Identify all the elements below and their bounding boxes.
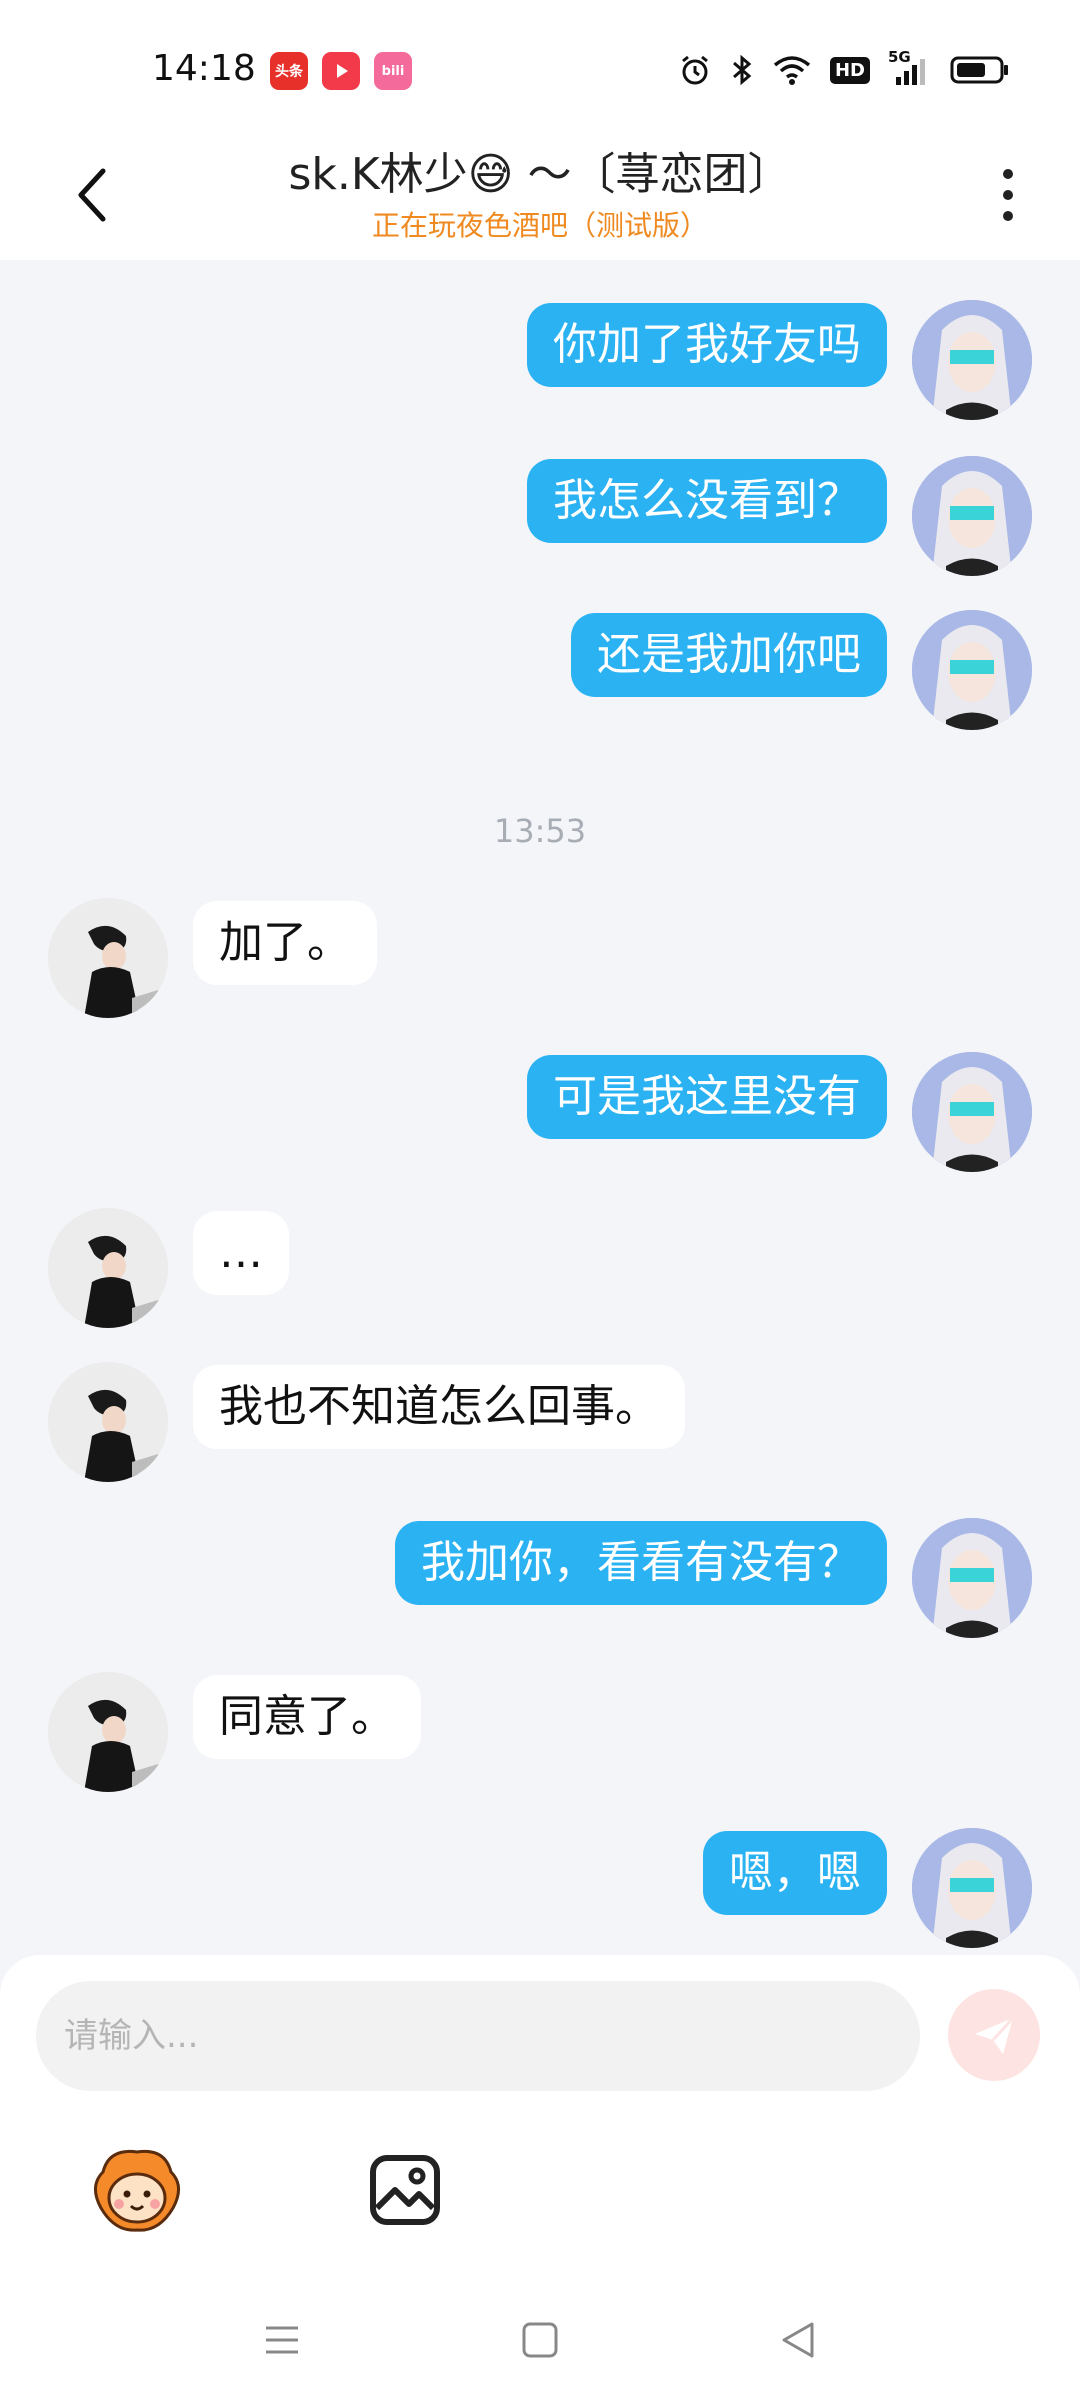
bilibili-icon: bili [374, 52, 412, 90]
status-indicators: HD 5G [678, 48, 1010, 88]
home-nav-button[interactable] [500, 2300, 580, 2380]
peer-avatar[interactable] [48, 1672, 168, 1792]
chat-subtitle: 正在玩夜色酒吧（测试版） [371, 209, 708, 242]
boy-avatar-icon [48, 1672, 168, 1792]
image-icon [370, 2155, 440, 2225]
image-button[interactable] [350, 2135, 460, 2245]
back-nav-button[interactable] [758, 2300, 838, 2380]
boy-avatar-icon [48, 898, 168, 1018]
more-dot-icon [1003, 190, 1013, 200]
battery-icon [950, 52, 1010, 88]
back-triangle-icon [782, 2322, 814, 2358]
more-dot-icon [1003, 169, 1013, 179]
peer-message-bubble[interactable]: 加了。 [193, 901, 377, 985]
more-options-button[interactable] [988, 160, 1028, 230]
anime-avatar-icon [912, 1052, 1032, 1172]
boy-avatar-icon [48, 1362, 168, 1482]
my-avatar[interactable] [912, 610, 1032, 730]
sticker-icon [94, 2149, 180, 2232]
my-message-bubble[interactable]: 我怎么没看到？ [527, 459, 887, 543]
status-bar: 14:18 头条 bili HD 5G [0, 0, 1080, 130]
status-app-icons: 头条 bili [270, 52, 412, 90]
peer-avatar[interactable] [48, 898, 168, 1018]
wifi-icon [772, 52, 812, 88]
message-list[interactable]: 你加了我好友吗 我怎么没看到？ 还是我加你吧 13:53 加了。 可是我这里没有… [0, 260, 1080, 1960]
more-dot-icon [1003, 211, 1013, 221]
sticker-button[interactable] [82, 2135, 192, 2245]
menu-icon [266, 2326, 298, 2354]
toutiao-label: 头条 [275, 64, 303, 80]
chat-header: sk.K林少😅 ～〔荨恋团〕 正在玩夜色酒吧（测试版） [0, 130, 1080, 260]
send-button[interactable] [948, 1989, 1040, 2081]
message-timestamp: 13:53 [493, 812, 587, 850]
toutiao-icon: 头条 [270, 52, 308, 90]
my-avatar[interactable] [912, 1518, 1032, 1638]
anime-avatar-icon [912, 1518, 1032, 1638]
send-icon [975, 2016, 1015, 2054]
my-avatar[interactable] [912, 456, 1032, 576]
menu-nav-button[interactable] [242, 2300, 322, 2380]
peer-message-bubble[interactable]: … [193, 1211, 289, 1295]
chat-title: sk.K林少😅 ～〔荨恋团〕 [288, 149, 792, 200]
my-avatar[interactable] [912, 1052, 1032, 1172]
peer-message-bubble[interactable]: 同意了。 [193, 1675, 421, 1759]
my-avatar[interactable] [912, 300, 1032, 420]
my-message-bubble[interactable]: 还是我加你吧 [571, 613, 887, 697]
chat-title-area[interactable]: sk.K林少😅 ～〔荨恋团〕 正在玩夜色酒吧（测试版） [150, 144, 930, 246]
network-label: 5G [888, 48, 911, 66]
my-avatar[interactable] [912, 1828, 1032, 1948]
signal-5g-icon: 5G [888, 48, 932, 88]
my-message-bubble[interactable]: 你加了我好友吗 [527, 303, 887, 387]
message-input[interactable] [36, 1981, 920, 2091]
peer-message-bubble[interactable]: 我也不知道怎么回事。 [193, 1365, 685, 1449]
anime-avatar-icon [912, 610, 1032, 730]
boy-avatar-icon [48, 1208, 168, 1328]
hd-label: HD [829, 56, 870, 84]
bilibili-label: bili [381, 63, 405, 79]
hd-icon: HD [829, 52, 870, 88]
status-time: 14:18 [152, 48, 256, 89]
alarm-icon [678, 52, 712, 88]
bluetooth-icon [730, 52, 754, 88]
video-icon [322, 52, 360, 90]
anime-avatar-icon [912, 300, 1032, 420]
my-message-bubble[interactable]: 我加你，看看有没有？ [395, 1521, 887, 1605]
back-button[interactable] [62, 160, 122, 230]
chevron-left-icon [78, 168, 106, 222]
anime-avatar-icon [912, 1828, 1032, 1948]
anime-avatar-icon [912, 456, 1032, 576]
system-navigation-bar [0, 2280, 1080, 2400]
home-square-icon [522, 2322, 558, 2358]
peer-avatar[interactable] [48, 1208, 168, 1328]
my-message-bubble[interactable]: 可是我这里没有 [527, 1055, 887, 1139]
peer-avatar[interactable] [48, 1362, 168, 1482]
my-message-bubble[interactable]: 嗯，嗯 [703, 1831, 887, 1915]
